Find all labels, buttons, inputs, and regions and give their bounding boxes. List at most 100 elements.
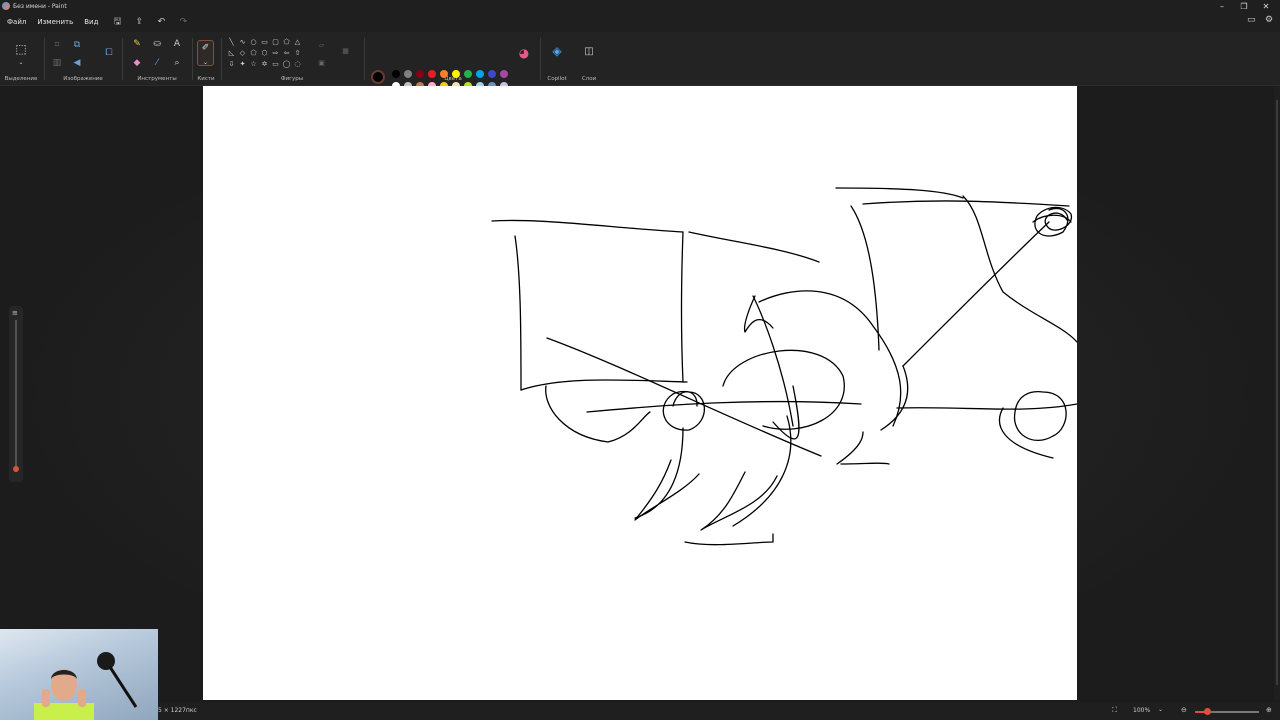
restore-button[interactable]: ❐ bbox=[1233, 0, 1255, 12]
notifications-icon[interactable]: ▭ bbox=[1247, 15, 1256, 25]
brush-icon: ✐ bbox=[201, 43, 210, 53]
rotate-icon[interactable]: ▥ bbox=[50, 56, 64, 70]
right-triangle-shape-icon[interactable]: ◺ bbox=[226, 48, 237, 58]
menu-file[interactable]: Файл bbox=[7, 18, 26, 26]
image-creator-icon[interactable]: ⧠ bbox=[102, 46, 116, 60]
stroke-axle bbox=[586, 400, 862, 413]
arrow-right-shape-icon[interactable]: ⇨ bbox=[270, 48, 281, 58]
line-shape-icon[interactable]: ╲ bbox=[226, 37, 237, 47]
arrow-down-shape-icon[interactable]: ⇩ bbox=[226, 59, 237, 69]
crop-icon[interactable]: ⌗ bbox=[50, 38, 64, 52]
layers-icon[interactable]: ◫ bbox=[582, 45, 596, 59]
text-icon[interactable]: A bbox=[170, 37, 184, 51]
image-group: ⌗ ⧉ ⧠ ▥ ◀ Изображение bbox=[46, 32, 120, 86]
magnifier-icon[interactable]: ⌕ bbox=[170, 56, 184, 70]
redo-icon[interactable]: ↷ bbox=[178, 17, 188, 27]
minimize-button[interactable]: – bbox=[1211, 0, 1233, 12]
fit-to-window-icon[interactable]: ⛶ bbox=[1112, 706, 1117, 715]
fill-style-icon[interactable]: ▦ bbox=[340, 46, 351, 56]
stroke-wheel-left bbox=[662, 390, 705, 431]
ribbon-toolbar: ⬚ ⌄ Выделение ⌗ ⧉ ⧠ ▥ ◀ Изображение ✎ ⛀ … bbox=[0, 32, 1280, 102]
scrollbar-thumb[interactable] bbox=[1276, 100, 1278, 685]
menu-view[interactable]: Вид bbox=[84, 18, 98, 26]
drawing-canvas[interactable] bbox=[203, 86, 1077, 700]
color-swatch[interactable] bbox=[416, 70, 424, 78]
brush-size-slider[interactable]: ≡ bbox=[9, 306, 23, 482]
brush-button[interactable]: ✐ ⌄ bbox=[197, 40, 214, 66]
triangle-shape-icon[interactable]: △ bbox=[292, 37, 303, 47]
pentagon-shape-icon[interactable]: ⬠ bbox=[248, 48, 259, 58]
stroke-scribble bbox=[1034, 206, 1073, 237]
divider bbox=[122, 38, 123, 80]
polygon-shape-icon[interactable]: ⬠ bbox=[281, 37, 292, 47]
five-point-star-icon[interactable]: ☆ bbox=[248, 59, 259, 69]
outline-icon[interactable]: ▱ bbox=[316, 40, 327, 50]
color-swatch[interactable] bbox=[452, 70, 460, 78]
edit-colors-icon[interactable]: ◕ bbox=[517, 46, 531, 60]
save-icon[interactable]: 🖫 bbox=[112, 14, 122, 30]
color-swatch[interactable] bbox=[488, 70, 496, 78]
menu-edit[interactable]: Изменить bbox=[37, 18, 73, 26]
four-point-star-icon[interactable]: ✦ bbox=[237, 59, 248, 69]
undo-icon[interactable]: ↶ bbox=[156, 17, 166, 27]
color-swatch[interactable] bbox=[476, 70, 484, 78]
arrow-left-shape-icon[interactable]: ⇦ bbox=[281, 48, 292, 58]
oval-shape-icon[interactable]: ○ bbox=[248, 37, 259, 47]
chevron-down-icon[interactable]: ⌄ bbox=[14, 56, 28, 70]
stroke-fender bbox=[545, 385, 651, 443]
menu-bar: Файл Изменить Вид 🖫 ⇪ ↶ ↷ ▭ ⚙ bbox=[0, 12, 1280, 32]
close-button[interactable]: ✕ bbox=[1255, 0, 1277, 12]
slider-thumb[interactable] bbox=[13, 466, 19, 472]
stroke-leg-2 bbox=[634, 427, 684, 519]
stroke-right-base bbox=[840, 462, 890, 465]
zoom-level[interactable]: 100% bbox=[1133, 707, 1150, 714]
chevron-down-icon: ⌄ bbox=[202, 59, 209, 66]
color-swatch[interactable] bbox=[404, 70, 412, 78]
pencil-icon[interactable]: ✎ bbox=[130, 37, 144, 51]
stroke-right-curve bbox=[962, 195, 1077, 343]
zoom-slider-thumb[interactable] bbox=[1203, 708, 1211, 715]
presenter-image bbox=[34, 669, 94, 720]
window-title: Без имени - Paint bbox=[13, 2, 67, 10]
color-swatch[interactable] bbox=[464, 70, 472, 78]
diamond-shape-icon[interactable]: ◇ bbox=[237, 48, 248, 58]
flip-icon[interactable]: ◀ bbox=[70, 56, 84, 70]
layers-group-label: Слои bbox=[581, 76, 597, 82]
chevron-down-icon[interactable]: ⌄ bbox=[1158, 706, 1163, 713]
color-picker-icon[interactable]: ⁄ bbox=[150, 56, 164, 70]
color-swatch[interactable] bbox=[500, 70, 508, 78]
share-icon[interactable]: ⇪ bbox=[134, 17, 144, 27]
primary-color[interactable] bbox=[371, 70, 385, 84]
hexagon-shape-icon[interactable]: ⬡ bbox=[259, 48, 270, 58]
copilot-group-label: Copilot bbox=[547, 76, 567, 82]
settings-icon[interactable]: ⚙ bbox=[1265, 15, 1273, 25]
slider-track bbox=[15, 320, 17, 472]
selection-rect-icon[interactable]: ⬚ bbox=[14, 42, 28, 56]
stroke-neck bbox=[752, 295, 794, 427]
resize-icon[interactable]: ⧉ bbox=[70, 38, 84, 52]
shape-fill-icon[interactable]: ▣ bbox=[316, 58, 327, 68]
colors-group: Цвета bbox=[366, 32, 540, 86]
curve-shape-icon[interactable]: ∿ bbox=[237, 37, 248, 47]
six-point-star-icon[interactable]: ✡ bbox=[259, 59, 270, 69]
status-bar: 5 × 1227пкс ⛶ 100% ⌄ ⊖ ⊕ bbox=[0, 702, 1280, 720]
color-swatch[interactable] bbox=[428, 70, 436, 78]
color-swatch[interactable] bbox=[440, 70, 448, 78]
rounded-rect-shape-icon[interactable]: ▢ bbox=[270, 37, 281, 47]
canvas-dimensions: 5 × 1227пкс bbox=[158, 707, 197, 714]
zoom-in-icon[interactable]: ⊕ bbox=[1266, 706, 1272, 714]
eraser-icon[interactable]: ◆ bbox=[130, 56, 144, 70]
cloud-callout-icon[interactable]: ◌ bbox=[292, 59, 303, 69]
arrow-up-shape-icon[interactable]: ⇧ bbox=[292, 48, 303, 58]
microphone-image bbox=[97, 652, 138, 708]
vertical-scrollbar[interactable] bbox=[1274, 86, 1280, 700]
divider bbox=[364, 38, 365, 80]
oval-callout-icon[interactable]: ◯ bbox=[281, 59, 292, 69]
copilot-icon[interactable]: ◈ bbox=[550, 44, 564, 58]
stroke-diagonal-1 bbox=[546, 337, 822, 457]
color-swatch[interactable] bbox=[392, 70, 400, 78]
zoom-out-icon[interactable]: ⊖ bbox=[1181, 706, 1187, 714]
fill-icon[interactable]: ⛀ bbox=[150, 37, 164, 51]
callout-shape-icon[interactable]: ▭ bbox=[270, 59, 281, 69]
rectangle-shape-icon[interactable]: ▭ bbox=[259, 37, 270, 47]
